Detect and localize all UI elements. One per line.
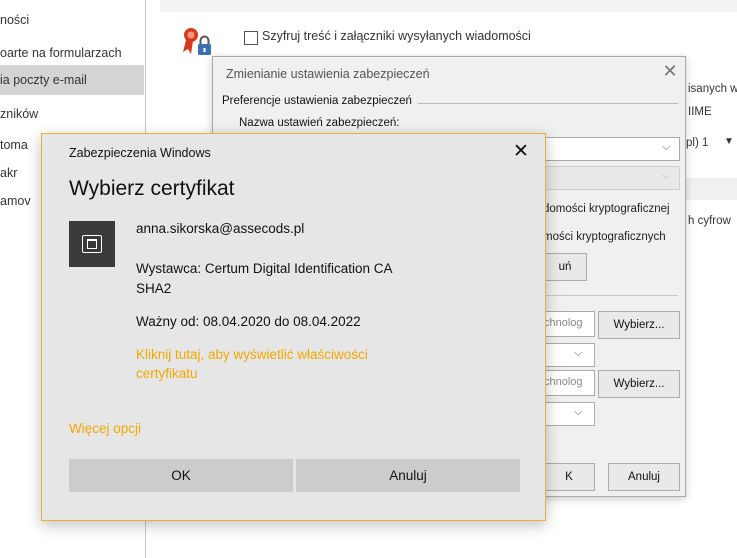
encryption-select[interactable]: ⌵ bbox=[543, 402, 595, 426]
signing-cert-field[interactable]: chnolog bbox=[543, 311, 595, 337]
divider bbox=[543, 295, 678, 296]
crypto-text: mości kryptograficznych bbox=[543, 231, 666, 243]
certificate-properties-link[interactable]: Kliknij tutaj, aby wyświetlić właściwośc… bbox=[136, 345, 396, 383]
certificate-icon[interactable] bbox=[69, 221, 115, 267]
sidebar-item[interactable]: oarte na formularzach bbox=[0, 38, 144, 68]
ok-button[interactable]: OK bbox=[69, 459, 293, 492]
crypto-text: domości kryptograficznej bbox=[543, 203, 670, 215]
delete-button[interactable]: uń bbox=[543, 253, 587, 281]
choose-encryption-cert-button[interactable]: Wybierz... bbox=[598, 370, 680, 398]
group-label: Preferencje ustawienia zabezpieczeń bbox=[222, 95, 412, 107]
certificate-validity: Ważny od: 08.04.2020 do 08.04.2022 bbox=[136, 314, 361, 329]
certificate-combo[interactable]: pl) 1 ▼ bbox=[684, 131, 737, 157]
chevron-down-icon: ▼ bbox=[724, 136, 734, 147]
dialog-title: Zabezpieczenia Windows bbox=[69, 146, 211, 160]
dialog-heading: Wybierz certyfikat bbox=[69, 177, 235, 200]
choose-signing-cert-button[interactable]: Wybierz... bbox=[598, 311, 680, 339]
sidebar-item[interactable]: ności bbox=[0, 5, 144, 35]
field-value: chnolog bbox=[544, 376, 583, 388]
encrypt-checkbox[interactable] bbox=[244, 31, 258, 45]
hash-select[interactable]: ⌵ bbox=[543, 343, 595, 367]
ok-button[interactable]: K bbox=[543, 463, 595, 491]
background-text: isanych w bbox=[688, 83, 737, 95]
field-value: chnolog bbox=[544, 317, 583, 329]
sidebar-item[interactable]: zników bbox=[0, 99, 144, 129]
encrypt-label: Szyfruj treść i załączniki wysyłanych wi… bbox=[262, 29, 531, 43]
certificate-ribbon-icon bbox=[180, 26, 216, 60]
background-text: IIME bbox=[688, 106, 712, 118]
chevron-down-icon: ⌵ bbox=[574, 406, 583, 418]
format-select[interactable]: ⌵ bbox=[543, 166, 680, 190]
chevron-down-icon: ⌵ bbox=[662, 170, 671, 182]
close-icon[interactable]: ✕ bbox=[510, 140, 532, 163]
background-text: h cyfrow bbox=[688, 215, 731, 227]
top-strip bbox=[160, 0, 737, 12]
more-options-link[interactable]: Więcej opcji bbox=[69, 421, 141, 436]
dialog-title: Zmienianie ustawienia zabezpieczeń bbox=[226, 67, 430, 81]
chevron-down-icon: ⌵ bbox=[662, 141, 671, 153]
cancel-button[interactable]: Anuluj bbox=[296, 459, 520, 492]
settings-name-label: Nazwa ustawień zabezpieczeń: bbox=[239, 117, 400, 129]
section-strip bbox=[684, 178, 737, 200]
windows-security-dialog: Zabezpieczenia Windows ✕ Wybierz certyfi… bbox=[41, 133, 546, 521]
cancel-button[interactable]: Anuluj bbox=[608, 463, 680, 491]
close-icon[interactable]: ✕ bbox=[660, 61, 680, 82]
certificate-issuer: Wystawca: Certum Digital Identification … bbox=[136, 261, 393, 276]
encryption-cert-field[interactable]: chnolog bbox=[543, 370, 595, 396]
sidebar-item-selected[interactable]: ia poczty e-mail bbox=[0, 65, 144, 95]
group-divider bbox=[418, 103, 678, 104]
settings-name-select[interactable]: ⌵ bbox=[543, 137, 680, 161]
chevron-down-icon: ⌵ bbox=[574, 347, 583, 359]
certificate-email[interactable]: anna.sikorska@assecods.pl bbox=[136, 221, 304, 236]
combo-value: pl) 1 bbox=[686, 137, 709, 149]
certificate-issuer-cont: SHA2 bbox=[136, 281, 172, 296]
